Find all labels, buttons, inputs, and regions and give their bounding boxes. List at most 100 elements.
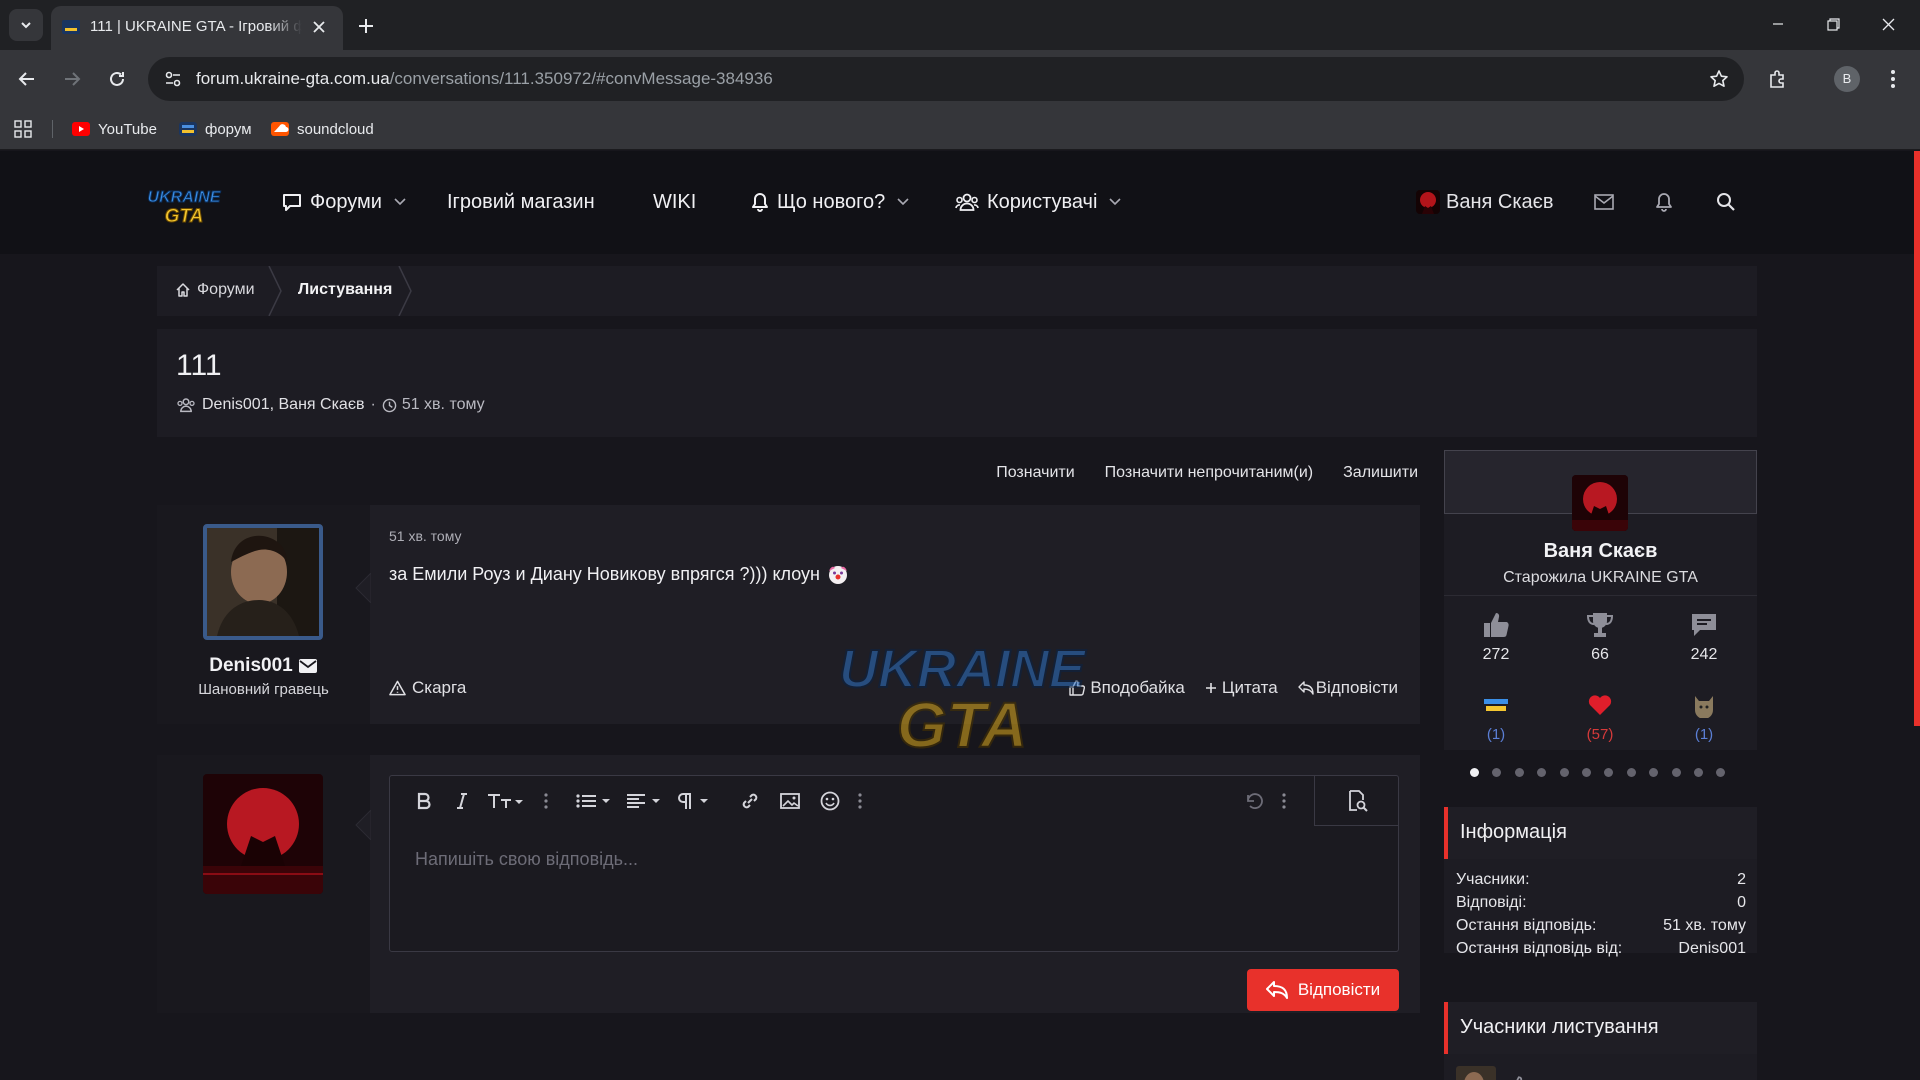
award-ukraine-gta[interactable]: (1)	[1456, 690, 1536, 743]
nav-game-shop[interactable]: Ігровий магазин	[447, 189, 595, 215]
close-icon	[313, 21, 325, 33]
profile-username[interactable]: Ваня Скаєв	[1444, 540, 1757, 563]
address-bar[interactable]: forum.ukraine-gta.com.ua/conversations/1…	[148, 57, 1744, 101]
more-history-button[interactable]	[1278, 789, 1290, 813]
carousel-dot[interactable]	[1693, 768, 1703, 777]
carousel-dot[interactable]	[1514, 768, 1524, 777]
apps-button[interactable]	[14, 118, 32, 140]
carousel-dot[interactable]	[1649, 768, 1659, 777]
carousel-dot[interactable]	[1716, 768, 1726, 777]
more-vertical-icon	[858, 793, 862, 809]
avatar[interactable]	[203, 524, 323, 640]
more-text-button[interactable]	[540, 789, 552, 813]
nav-users[interactable]: Користувачі	[955, 189, 1121, 215]
carousel-dot[interactable]	[1537, 768, 1547, 777]
align-button[interactable]	[624, 789, 664, 813]
tab-close-button[interactable]	[309, 17, 329, 37]
info-row-value[interactable]: Denis001	[1678, 940, 1746, 958]
bookmark-forum[interactable]: форум	[179, 118, 252, 140]
info-heading: Інформація	[1460, 821, 1567, 843]
carousel-dot[interactable]	[1492, 768, 1502, 777]
site-info-button[interactable]	[162, 68, 184, 90]
more-insert-button[interactable]	[854, 789, 866, 813]
italic-button[interactable]	[452, 789, 472, 813]
award-heart[interactable]: (57)	[1560, 690, 1640, 743]
tab-search-button[interactable]	[9, 9, 43, 41]
quote-button[interactable]: Цитата	[1205, 678, 1278, 698]
new-tab-button[interactable]	[352, 12, 380, 40]
submit-reply-button[interactable]: Відповісти	[1247, 969, 1399, 1011]
link-button[interactable]	[738, 789, 762, 813]
message-user-cell: Denis001 Шановний гравець	[157, 505, 370, 724]
breadcrumb-current[interactable]: Листування	[298, 281, 392, 299]
info-row-label: Остання відповідь:	[1456, 917, 1597, 934]
nav-forums[interactable]: Форуми	[282, 189, 406, 215]
leave-button[interactable]: Залишити	[1343, 464, 1418, 482]
browser-menu-button[interactable]	[1882, 65, 1904, 93]
preview-button[interactable]	[1314, 776, 1398, 826]
quote-label: Цитата	[1221, 678, 1278, 697]
restore-button[interactable]	[1811, 8, 1855, 40]
minimize-button[interactable]	[1756, 8, 1800, 40]
bold-button[interactable]	[412, 789, 436, 813]
reply-user-cell	[157, 755, 370, 1013]
browser-tab[interactable]: 111 | UKRAINE GTA - Ігровий форум	[51, 6, 343, 50]
reload-button[interactable]	[101, 63, 133, 95]
apps-grid-icon	[14, 120, 32, 138]
award-count: (1)	[1486, 726, 1506, 743]
paragraph-button[interactable]	[674, 789, 714, 813]
bookmarks-divider	[52, 120, 53, 138]
font-size-button[interactable]	[486, 789, 526, 813]
nav-label: WIKI	[653, 190, 697, 213]
award-count: (1)	[1694, 726, 1714, 743]
bookmark-star-button[interactable]	[1708, 68, 1730, 90]
carousel-dot[interactable]	[1470, 768, 1479, 777]
bookmark-soundcloud[interactable]: soundcloud	[271, 118, 374, 140]
stat-trophies[interactable]: 66	[1560, 610, 1640, 664]
forward-button[interactable]	[56, 63, 88, 95]
home-icon	[176, 283, 190, 297]
report-button[interactable]: Скарга	[389, 678, 466, 698]
message-time[interactable]: 51 хв. тому	[389, 528, 462, 544]
inbox-button[interactable]	[1591, 189, 1617, 215]
nav-whats-new[interactable]: Що нового?	[751, 189, 909, 215]
search-button[interactable]	[1713, 189, 1739, 215]
avatar[interactable]	[1456, 1066, 1496, 1080]
page-scrollbar-thumb[interactable]	[1914, 151, 1920, 726]
award-cat[interactable]: (1)	[1664, 690, 1744, 743]
alerts-button[interactable]	[1651, 189, 1677, 215]
carousel-dot[interactable]	[1671, 768, 1681, 777]
profile-avatar-button[interactable]: B	[1834, 66, 1860, 92]
nav-wiki[interactable]: WIKI	[653, 189, 696, 215]
bookmark-youtube[interactable]: YouTube	[72, 118, 157, 140]
close-window-button[interactable]	[1866, 8, 1910, 40]
avatar[interactable]	[1572, 475, 1628, 531]
mark-button[interactable]: Позначити	[996, 464, 1074, 482]
carousel-dot[interactable]	[1559, 768, 1569, 777]
back-button[interactable]	[11, 63, 43, 95]
undo-button[interactable]	[1242, 789, 1266, 813]
image-button[interactable]	[778, 789, 802, 813]
carousel-dot[interactable]	[1581, 768, 1591, 777]
reply-link[interactable]: Відповісти	[1298, 678, 1398, 698]
extensions-button[interactable]	[1764, 65, 1792, 93]
mark-unread-button[interactable]: Позначити непрочитаним(и)	[1105, 464, 1313, 482]
reply-input[interactable]: Напишіть свою відповідь...	[415, 849, 638, 870]
message-username[interactable]: Denis001	[157, 655, 370, 677]
breadcrumb-forums[interactable]: Форуми	[175, 281, 255, 299]
emoji-button[interactable]	[818, 789, 842, 813]
ukraine-gta-logo[interactable]: UKRAINE GTA	[146, 185, 222, 226]
reply-icon	[1265, 981, 1288, 999]
list-button[interactable]	[574, 789, 614, 813]
url-text[interactable]: forum.ukraine-gta.com.ua/conversations/1…	[196, 68, 773, 90]
carousel-dot[interactable]	[1626, 768, 1636, 777]
info-row: Учасники: 2	[1456, 871, 1746, 889]
page-title: 111	[176, 349, 222, 382]
stat-messages[interactable]: 242	[1664, 610, 1744, 664]
avatar[interactable]	[203, 774, 323, 894]
participants-text[interactable]: Denis001, Ваня Скаєв	[202, 396, 364, 414]
trophy-icon	[1585, 610, 1615, 640]
carousel-dot[interactable]	[1604, 768, 1614, 777]
account-menu[interactable]: Ваня Скаєв	[1416, 189, 1553, 215]
stat-likes[interactable]: 272	[1456, 610, 1536, 664]
